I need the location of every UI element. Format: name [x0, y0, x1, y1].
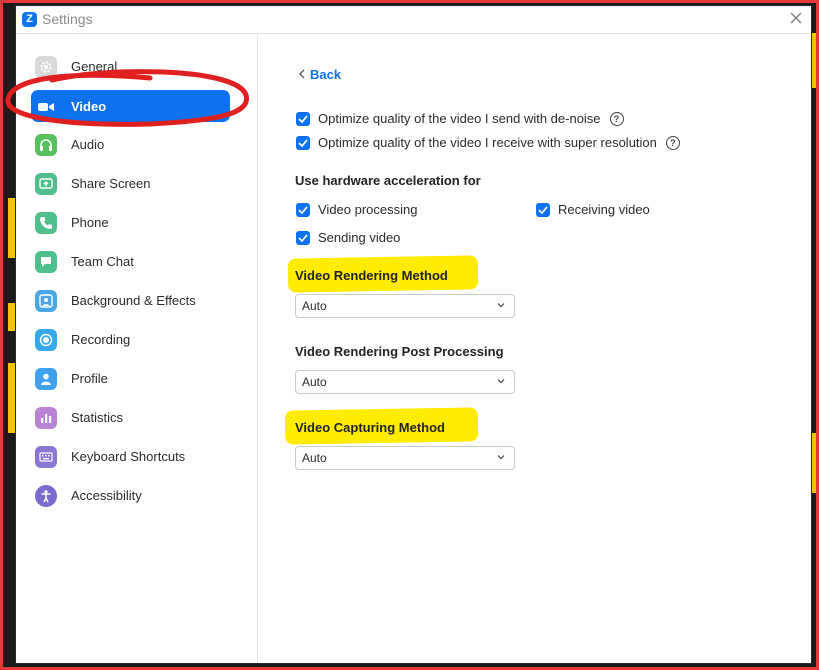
hw-accel-title: Use hardware acceleration for: [295, 173, 481, 188]
sidebar-item-accessibility[interactable]: Accessibility: [16, 479, 257, 513]
sidebar-item-label: Recording: [71, 332, 131, 347]
sidebar-item-label: Statistics: [71, 410, 124, 425]
accessibility-icon: [35, 485, 57, 507]
backdrop-stripe: [8, 198, 16, 258]
check-icon: [298, 138, 308, 147]
sidebar-item-label: Share Screen: [71, 176, 151, 191]
background-icon: [35, 290, 57, 312]
super-resolution-label: Optimize quality of the video I receive …: [318, 135, 657, 150]
video-settings-panel: Back Optimize quality of the video I sen…: [258, 34, 811, 663]
phone-icon: [35, 212, 57, 234]
backdrop-stripe: [811, 33, 816, 88]
capturing-method-value: Auto: [302, 451, 327, 465]
denoise-checkbox[interactable]: [296, 111, 310, 126]
headphones-icon: [35, 134, 57, 156]
gear-icon: [35, 56, 57, 78]
sidebar-item-audio[interactable]: Audio: [16, 128, 257, 162]
check-icon: [538, 205, 548, 214]
settings-window: Z Settings General Video Audio Share Scr…: [16, 6, 811, 663]
sidebar-item-profile[interactable]: Profile: [16, 362, 257, 396]
super-resolution-checkbox[interactable]: [296, 135, 310, 150]
active-highlight: [31, 90, 230, 122]
option-row-sending-video: Sending video: [296, 230, 400, 245]
close-icon: [790, 12, 802, 24]
record-icon: [35, 329, 57, 351]
share-screen-icon: [35, 173, 57, 195]
check-icon: [298, 114, 308, 123]
sidebar-item-recording[interactable]: Recording: [16, 323, 257, 357]
capturing-method-title: Video Capturing Method: [295, 420, 445, 435]
option-row-super-resolution: Optimize quality of the video I receive …: [296, 135, 680, 150]
profile-icon: [35, 368, 57, 390]
backdrop-stripe: [8, 363, 16, 433]
sidebar-item-team-chat[interactable]: Team Chat: [16, 245, 257, 279]
option-row-denoise: Optimize quality of the video I send wit…: [296, 111, 624, 126]
sidebar-item-label: Keyboard Shortcuts: [71, 449, 186, 464]
rendering-method-title: Video Rendering Method: [295, 268, 448, 283]
sidebar-item-background-effects[interactable]: Background & Effects: [16, 284, 257, 318]
chevron-down-icon: [497, 379, 505, 384]
help-icon[interactable]: ?: [665, 135, 680, 150]
sidebar-item-label: General: [71, 59, 118, 74]
check-icon: [298, 233, 308, 242]
receiving-video-label: Receiving video: [558, 202, 650, 217]
option-row-video-processing: Video processing: [296, 202, 418, 217]
video-camera-icon: [35, 96, 57, 118]
sidebar-item-label: Accessibility: [71, 488, 142, 503]
chevron-left-icon: [299, 69, 305, 79]
rendering-post-value: Auto: [302, 375, 327, 389]
rendering-post-title: Video Rendering Post Processing: [295, 344, 504, 359]
sidebar-item-general[interactable]: General: [16, 50, 257, 84]
window-title: Settings: [42, 11, 93, 27]
back-label: Back: [310, 67, 342, 82]
title-bar: Z Settings: [16, 6, 811, 34]
zoom-logo-icon: Z: [22, 12, 37, 27]
sidebar-item-share-screen[interactable]: Share Screen: [16, 167, 257, 201]
video-processing-checkbox[interactable]: [296, 202, 310, 217]
denoise-label: Optimize quality of the video I send wit…: [318, 111, 601, 126]
sending-video-checkbox[interactable]: [296, 230, 310, 245]
sidebar-item-label: Audio: [71, 137, 105, 152]
sidebar-item-phone[interactable]: Phone: [16, 206, 257, 240]
chevron-down-icon: [497, 303, 505, 308]
check-icon: [298, 205, 308, 214]
video-processing-label: Video processing: [318, 202, 418, 217]
capturing-method-select[interactable]: Auto: [295, 446, 515, 470]
sidebar-item-label: Phone: [71, 215, 109, 230]
settings-sidebar: General Video Audio Share Screen Phone T…: [16, 34, 258, 663]
chevron-down-icon: [497, 455, 505, 460]
sidebar-item-statistics[interactable]: Statistics: [16, 401, 257, 435]
sidebar-item-video[interactable]: Video: [16, 90, 257, 124]
receiving-video-checkbox[interactable]: [536, 202, 550, 217]
sending-video-label: Sending video: [318, 230, 401, 245]
chat-icon: [35, 251, 57, 273]
sidebar-item-label: Background & Effects: [71, 293, 196, 308]
sidebar-item-label: Team Chat: [71, 254, 134, 269]
back-link[interactable]: Back: [298, 67, 341, 82]
help-icon[interactable]: ?: [609, 111, 624, 126]
rendering-post-select[interactable]: Auto: [295, 370, 515, 394]
backdrop-stripe: [811, 433, 816, 493]
sidebar-item-label: Profile: [71, 371, 108, 386]
rendering-method-value: Auto: [302, 299, 327, 313]
rendering-method-select[interactable]: Auto: [295, 294, 515, 318]
keyboard-icon: [35, 446, 57, 468]
backdrop-stripe: [8, 303, 16, 331]
close-button[interactable]: [785, 9, 807, 31]
sidebar-item-keyboard-shortcuts[interactable]: Keyboard Shortcuts: [16, 440, 257, 474]
sidebar-item-label: Video: [71, 99, 107, 114]
statistics-icon: [35, 407, 57, 429]
option-row-receiving-video: Receiving video: [536, 202, 650, 217]
